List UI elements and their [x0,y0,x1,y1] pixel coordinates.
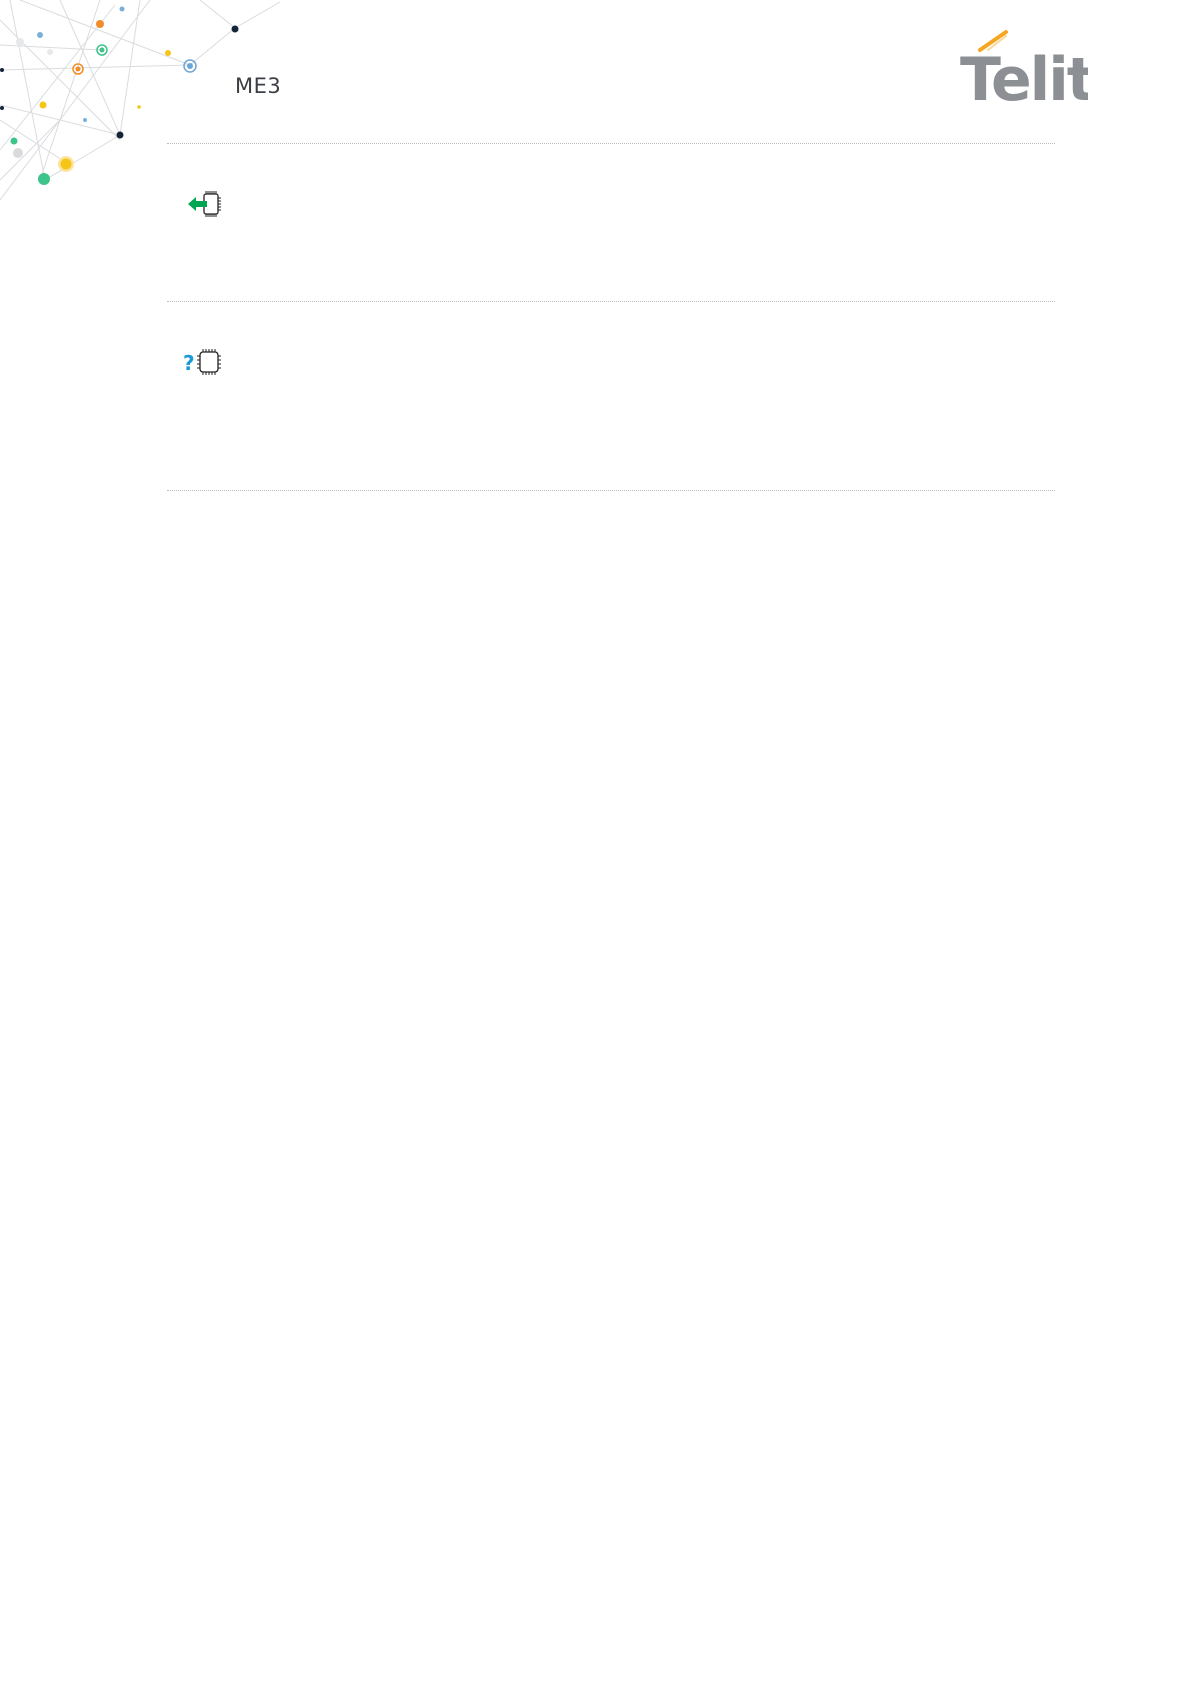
svg-text:?: ? [183,351,195,375]
header-product-code: ME3 [235,74,282,98]
section-divider [167,143,1055,144]
decorative-network-graphic [0,0,281,201]
logo-wordmark: Telit [960,45,1088,108]
question-chip-icon: ? [183,349,221,375]
section-divider [167,301,1055,302]
arrow-into-chip-icon [188,191,221,217]
section-divider [167,490,1055,491]
telit-logo: Telit [960,30,1088,108]
